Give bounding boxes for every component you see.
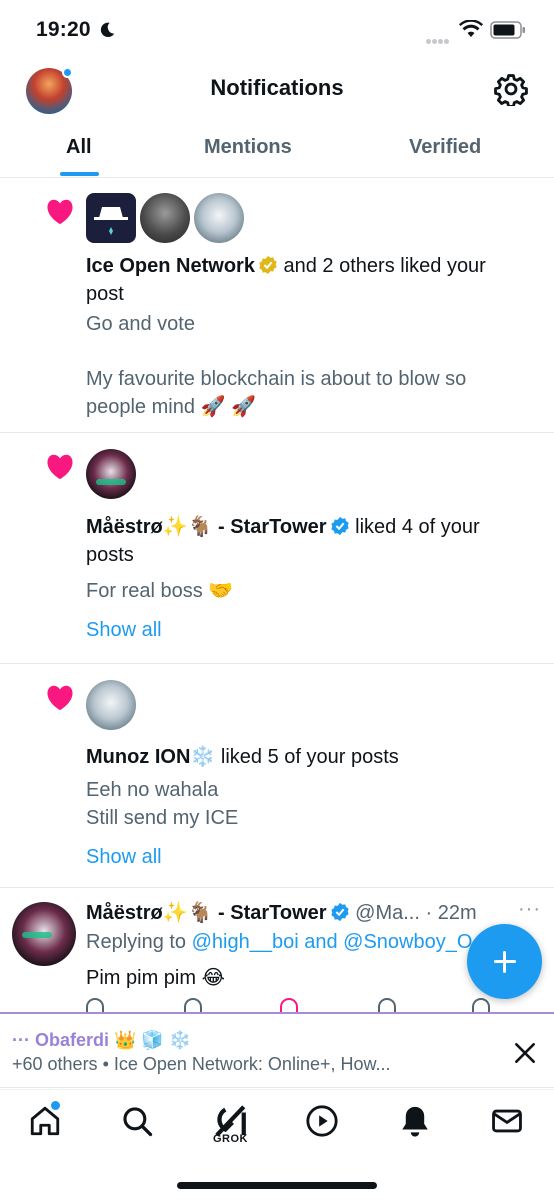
avatar[interactable]	[12, 902, 76, 966]
heart-icon	[47, 685, 73, 711]
close-icon[interactable]	[512, 1040, 538, 1066]
replying-to: Replying to @high__boi and @Snowboy_O	[86, 931, 486, 954]
author-name[interactable]: Måëstrø✨🐐 - StarTower	[86, 902, 327, 924]
replying-prefix: Replying to	[86, 931, 187, 953]
mail-icon[interactable]	[490, 1104, 524, 1138]
gear-icon[interactable]	[494, 72, 528, 106]
reply-icon[interactable]	[86, 998, 104, 1012]
battery-icon	[490, 21, 525, 39]
post-excerpt: Eeh no wahala	[86, 779, 219, 801]
actor-name[interactable]: Måëstrø✨🐐 - StarTower	[86, 516, 327, 538]
tab-all[interactable]: All	[66, 136, 92, 159]
avatar[interactable]	[86, 449, 136, 499]
gold-verified-badge-icon	[259, 255, 277, 275]
grok-label: GROK	[213, 1133, 248, 1145]
author-handle: @Ma...	[355, 902, 420, 924]
notification-tabs: All Mentions Verified	[0, 122, 554, 178]
replying-to-users[interactable]: @high__boi and @Snowboy_O	[192, 931, 473, 953]
post-excerpt: My favourite blockchain is about to blow…	[86, 368, 467, 418]
notification-item[interactable]: Måëstrø✨🐐 - StarTower liked 4 of your po…	[0, 433, 554, 664]
heart-icon	[47, 199, 73, 225]
blue-verified-badge-icon	[330, 516, 349, 536]
spaces-banner[interactable]: ··· Obaferdi 👑 🧊 ❄️ +60 others • Ice Ope…	[0, 1012, 554, 1088]
show-all-link[interactable]: Show all	[86, 846, 162, 869]
tab-mentions[interactable]: Mentions	[204, 136, 292, 159]
post-excerpt: For real boss 🤝	[86, 580, 234, 602]
post-actions	[86, 998, 506, 1012]
moon-icon	[100, 22, 115, 38]
avatar[interactable]	[140, 193, 190, 243]
post-time: · 22m	[425, 902, 477, 924]
home-indicator	[177, 1182, 377, 1189]
post-header: Måëstrø✨🐐 - StarTower @Ma... · 22m	[86, 900, 477, 925]
blue-verified-badge-icon	[330, 902, 349, 922]
notifications-bell-icon[interactable]	[398, 1104, 432, 1138]
avatar[interactable]	[86, 193, 136, 243]
more-options-icon[interactable]: ···	[518, 898, 541, 921]
post-text: Pim pim pim 😂	[86, 967, 225, 989]
actor-name[interactable]: Ice Open Network	[86, 255, 255, 277]
ice-logo-icon	[94, 207, 128, 235]
action-text: liked 5 of your posts	[220, 746, 399, 768]
notification-text: Ice Open Network and 2 others liked your…	[86, 252, 526, 308]
page-title: Notifications	[210, 75, 344, 100]
views-icon[interactable]	[378, 998, 396, 1012]
repost-icon[interactable]	[184, 998, 202, 1012]
bookmark-icon[interactable]	[472, 998, 490, 1012]
actor-name[interactable]: Munoz ION❄️	[86, 746, 215, 768]
notification-text: Måëstrø✨🐐 - StarTower liked 4 of your po…	[86, 513, 526, 569]
show-all-link[interactable]: Show all	[86, 619, 162, 642]
status-bar: 19:20	[0, 0, 554, 60]
top-app-bar: Notifications	[0, 60, 554, 120]
like-icon[interactable]	[280, 998, 298, 1012]
avatar[interactable]	[86, 680, 136, 730]
search-icon[interactable]	[120, 1104, 154, 1138]
notification-item[interactable]: Ice Open Network and 2 others liked your…	[0, 179, 554, 433]
unread-dot	[51, 1101, 60, 1110]
status-time: 19:20	[36, 18, 91, 41]
bottom-nav: GROK	[0, 1089, 554, 1200]
post-excerpt: Still send my ICE	[86, 807, 239, 829]
space-host: ··· Obaferdi 👑 🧊 ❄️	[12, 1030, 192, 1050]
notification-text: Munoz ION❄️ liked 5 of your posts	[86, 743, 526, 771]
compose-button[interactable]	[467, 924, 542, 999]
tab-verified[interactable]: Verified	[409, 136, 481, 159]
play-video-icon[interactable]	[305, 1104, 339, 1138]
avatar[interactable]	[194, 193, 244, 243]
notification-item[interactable]: Munoz ION❄️ liked 5 of your posts Eeh no…	[0, 664, 554, 888]
space-subtitle: +60 others • Ice Open Network: Online+, …	[12, 1054, 391, 1074]
post-excerpt: Go and vote	[86, 313, 195, 335]
wifi-icon	[459, 20, 483, 37]
heart-icon	[47, 454, 73, 480]
active-tab-indicator	[60, 172, 99, 176]
cellular-signal-icon	[426, 31, 450, 49]
